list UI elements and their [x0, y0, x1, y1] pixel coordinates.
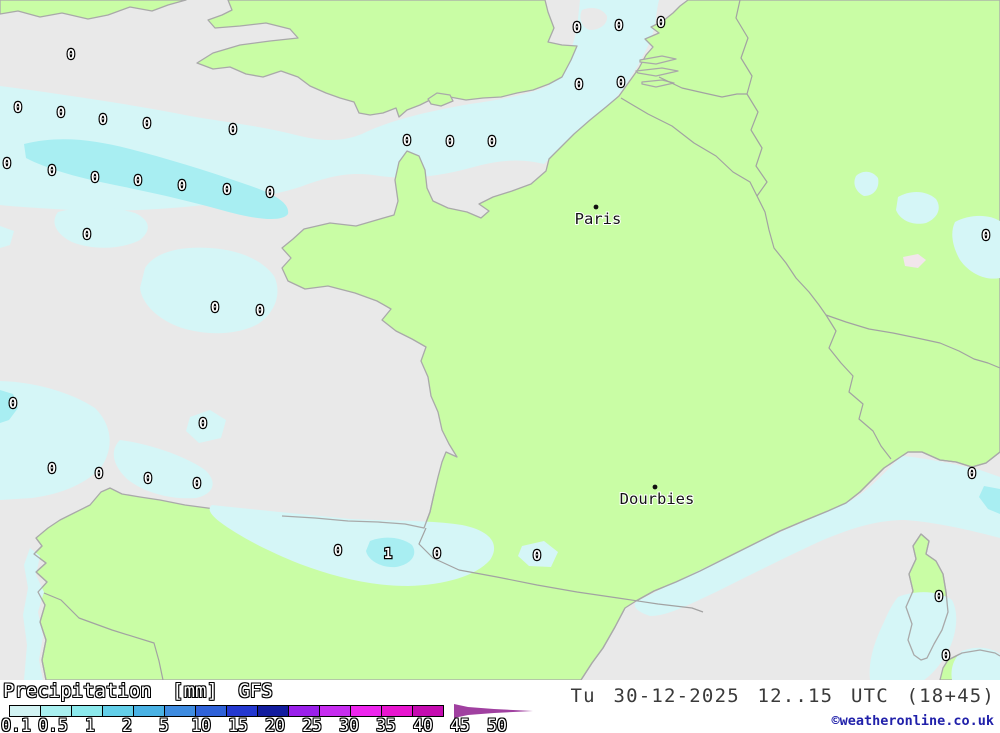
scale-tick-label: 0.1 [1, 716, 31, 733]
scale-tick-label: 30 [339, 716, 359, 733]
precip-value-marker: 0 [266, 185, 274, 201]
scale-tick-label: 15 [228, 716, 248, 733]
precip-value-marker: 0 [488, 134, 496, 150]
precip-value-marker: 0 [229, 122, 237, 138]
precip-value-marker: 0 [99, 112, 107, 128]
precip-value-marker: 0 [193, 476, 201, 492]
precip-value-marker: 0 [48, 461, 56, 477]
precip-value-marker: 0 [334, 543, 342, 559]
precip-value-marker: 0 [942, 648, 950, 664]
precip-value-marker: 0 [14, 100, 22, 116]
scale-tick-label: 2 [122, 716, 132, 733]
precip-value-marker: 0 [657, 15, 665, 31]
legend-bar: Precipitation [mm] GFS 0.1 0.5 1 2 5 10 15 20 25… [0, 680, 1000, 733]
precip-value-marker: 0 [982, 228, 990, 244]
scale-tick-label: 20 [265, 716, 285, 733]
precip-value-marker: 0 [935, 589, 943, 605]
scale-tick-label: 50 [487, 716, 507, 733]
precip-value-marker: 0 [573, 20, 581, 36]
precip-value-marker: 0 [575, 77, 583, 93]
scale-tick-label: 5 [159, 716, 169, 733]
precipitation-map: 0 0 0 0 0 0 0 0 0 0 0 0 0 0 0 0 0 0 0 0 0 0 0 0 0 0 0 0 0 0 0 1 0 0 0 0 0 0 P… [0, 0, 1000, 680]
city-dot-dourbies [652, 484, 658, 490]
precip-value-marker: 0 [3, 156, 11, 172]
weather-map-screenshot: 00000000000000000000000000000001000000 P… [0, 0, 1000, 733]
precip-value-marker: 0 [91, 170, 99, 186]
city-label-dourbies: Dourbies [620, 490, 695, 508]
precip-value-marker: 0 [134, 173, 142, 189]
forecast-timestamp: Tu 30-12-2025 12..15 UTC (18+45) [570, 685, 995, 707]
city-label-paris: Paris [575, 210, 622, 228]
precip-value-marker: 0 [433, 546, 441, 562]
scale-tick-label: 1 [85, 716, 95, 733]
copyright-text: ©weatheronline.co.uk [831, 713, 994, 729]
precip-value-marker: 0 [95, 466, 103, 482]
precip-value-marker: 0 [533, 548, 541, 564]
scale-tick-label: 10 [191, 716, 211, 733]
scale-tick-label: 35 [376, 716, 396, 733]
scale-tick-label: 0.5 [38, 716, 68, 733]
legend-title: Precipitation [mm] GFS [3, 680, 273, 702]
precip-value-marker: 0 [211, 300, 219, 316]
precip-value-marker: 0 [48, 163, 56, 179]
precip-value-marker: 0 [256, 303, 264, 319]
precip-value-marker: 0 [67, 47, 75, 63]
scale-tick-label: 40 [413, 716, 433, 733]
precip-value-marker: 0 [403, 133, 411, 149]
city-dot-paris [593, 204, 599, 210]
precip-value-marker: 1 [384, 546, 392, 562]
precip-value-marker: 0 [968, 466, 976, 482]
precip-value-marker: 0 [144, 471, 152, 487]
precip-value-marker: 0 [57, 105, 65, 121]
precip-value-marker: 0 [9, 396, 17, 412]
precip-value-marker: 0 [178, 178, 186, 194]
precip-value-marker: 0 [199, 416, 207, 432]
scale-tick-label: 45 [450, 716, 470, 733]
scale-tick-label: 25 [302, 716, 322, 733]
precip-value-marker: 0 [143, 116, 151, 132]
precip-value-marker: 0 [615, 18, 623, 34]
precip-value-marker: 0 [446, 134, 454, 150]
precip-value-marker: 0 [617, 75, 625, 91]
precip-value-marker: 0 [83, 227, 91, 243]
scale-tick-labels: 0.1 0.5 1 2 5 10 15 20 25 30 35 40 45 50 [0, 716, 560, 733]
precip-value-marker: 0 [223, 182, 231, 198]
